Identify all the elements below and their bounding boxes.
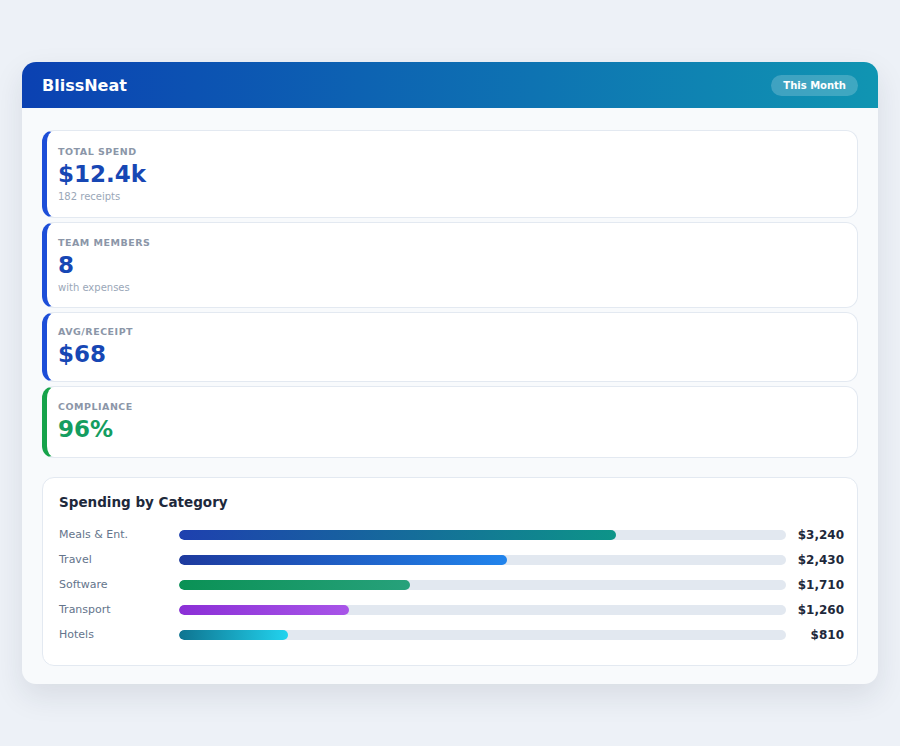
stat-card-total-spend: TOTAL SPEND $12.4k 182 receipts	[42, 130, 858, 218]
stat-label: TEAM MEMBERS	[58, 237, 841, 248]
category-label: Travel	[59, 553, 179, 566]
bar-fill	[179, 530, 616, 540]
app-header: BlissNeat This Month	[22, 62, 878, 108]
bar-track	[179, 580, 786, 590]
stat-label: AVG/RECEIPT	[58, 326, 841, 337]
stat-value: $12.4k	[58, 161, 841, 189]
stat-label: TOTAL SPEND	[58, 146, 841, 157]
category-label: Transport	[59, 603, 179, 616]
chart-row-transport: Transport $1,260	[59, 597, 844, 622]
category-value: $3,240	[794, 528, 844, 542]
stat-label: COMPLIANCE	[58, 401, 841, 412]
dashboard-content: TOTAL SPEND $12.4k 182 receipts TEAM MEMBER…	[22, 108, 878, 666]
stat-card-avg-receipt: AVG/RECEIPT $68	[42, 312, 858, 382]
stat-value: $68	[58, 341, 841, 369]
stat-subtitle: 182 receipts	[58, 191, 841, 202]
app-title: BlissNeat	[42, 76, 127, 95]
category-value: $1,710	[794, 578, 844, 592]
category-label: Hotels	[59, 628, 179, 641]
bar-track	[179, 605, 786, 615]
chart-row-hotels: Hotels $810	[59, 622, 844, 647]
stat-subtitle: with expenses	[58, 282, 841, 293]
category-value: $1,260	[794, 603, 844, 617]
category-value: $2,430	[794, 553, 844, 567]
chart-card: Spending by Category Meals & Ent. $3,240 T…	[42, 477, 858, 666]
category-value: $810	[794, 628, 844, 642]
chart-row-software: Software $1,710	[59, 572, 844, 597]
dashboard-card: BlissNeat This Month TOTAL SPEND $12.4k 18…	[22, 62, 878, 684]
stat-card-compliance: COMPLIANCE 96%	[42, 386, 858, 458]
stat-card-list: TOTAL SPEND $12.4k 182 receipts TEAM MEMBER…	[42, 130, 858, 458]
chart-row-travel: Travel $2,430	[59, 547, 844, 572]
bar-fill	[179, 605, 349, 615]
chart-title: Spending by Category	[59, 494, 844, 510]
bar-track	[179, 530, 786, 540]
stat-value: 96%	[58, 416, 841, 444]
chart-row-meals-ent-: Meals & Ent. $3,240	[59, 522, 844, 547]
category-label: Meals & Ent.	[59, 528, 179, 541]
period-badge[interactable]: This Month	[771, 75, 858, 96]
category-label: Software	[59, 578, 179, 591]
bar-track	[179, 555, 786, 565]
bar-track	[179, 630, 786, 640]
chart-rows: Meals & Ent. $3,240 Travel $2,430 Software $1…	[59, 522, 844, 647]
stat-card-team-members: TEAM MEMBERS 8 with expenses	[42, 222, 858, 308]
stat-value: 8	[58, 252, 841, 280]
bar-fill	[179, 580, 410, 590]
bar-fill	[179, 630, 288, 640]
bar-fill	[179, 555, 507, 565]
